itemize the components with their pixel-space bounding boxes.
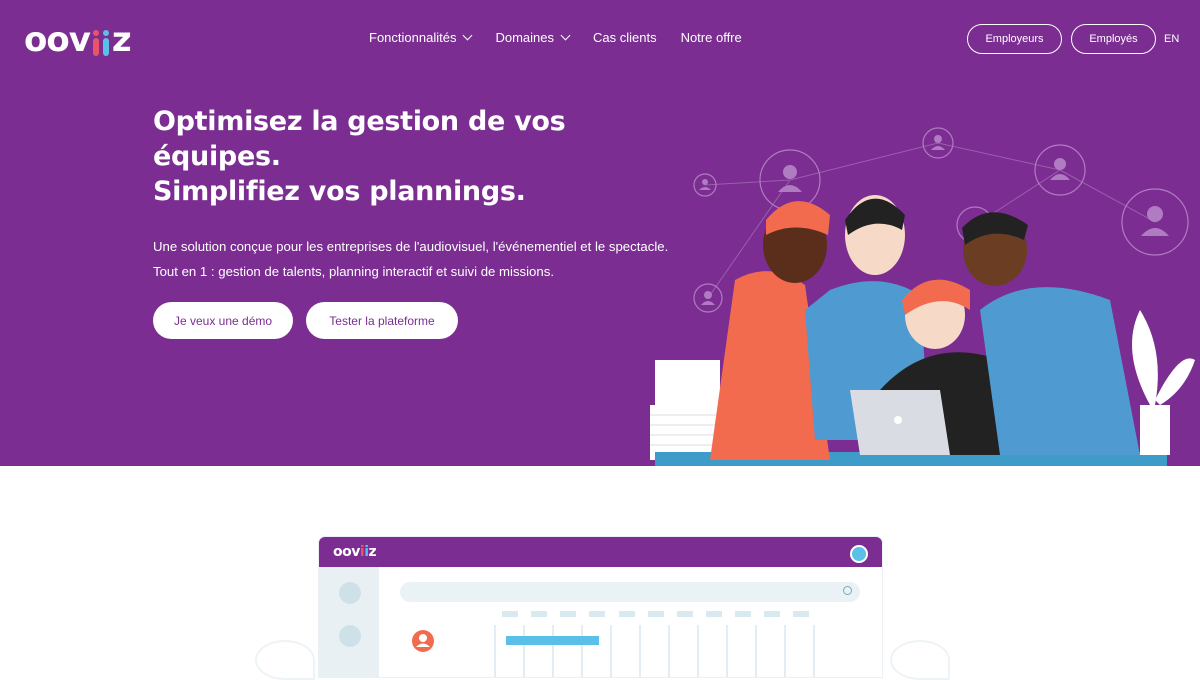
nav-item-notre-offre[interactable]: Notre offre [681,30,742,45]
logo-text-right: z [111,20,132,60]
subtitle-line: Une solution conçue pour les entreprises… [153,239,669,254]
employes-button[interactable]: Employés [1071,24,1156,54]
logo-ii-mark [91,30,111,60]
decorative-leaf [255,640,315,680]
logo-text-left: oov [24,20,91,60]
oovliz-logo[interactable]: oov z [24,20,132,60]
chevron-down-icon [560,30,571,41]
nav-item-domaines[interactable]: Domaines [495,30,571,45]
decorative-leaf [890,640,950,680]
mockup-planning-grid [412,611,815,677]
nav-item-fonctionnalites[interactable]: Fonctionnalités [369,30,473,45]
hero-section: oov z Fonctionnalités Domaines Cas clien… [0,0,1200,466]
headline-line: Optimisez la gestion de vos [153,106,566,137]
chevron-down-icon [463,30,473,41]
hero-headline: Optimisez la gestion de vos équipes. Sim… [153,104,566,209]
subtitle-line: Tout en 1 : gestion de talents, planning… [153,264,554,279]
nav-item-cas-clients[interactable]: Cas clients [593,30,657,45]
nav-item-label: Domaines [495,30,554,45]
demo-button[interactable]: Je veux une démo [153,302,293,339]
language-switch[interactable]: EN [1164,33,1179,45]
nav-item-label: Cas clients [592,30,657,45]
test-platform-button[interactable]: Tester la plateforme [306,302,458,339]
app-preview-mockup: ooviiz [319,537,882,677]
nav-item-label: Fonctionnalités [369,30,457,45]
main-nav: Fonctionnalités Domaines Cas clients Not… [369,30,742,45]
headline-line: équipes. [153,141,281,172]
hero-subtitle: Une solution conçue pour les entreprises… [153,234,668,284]
headline-line: Simplifiez vos plannings. [153,176,526,207]
team-illustration [650,127,1195,466]
nav-item-label: Notre offre [680,30,742,45]
employeurs-button[interactable]: Employeurs [967,24,1062,54]
